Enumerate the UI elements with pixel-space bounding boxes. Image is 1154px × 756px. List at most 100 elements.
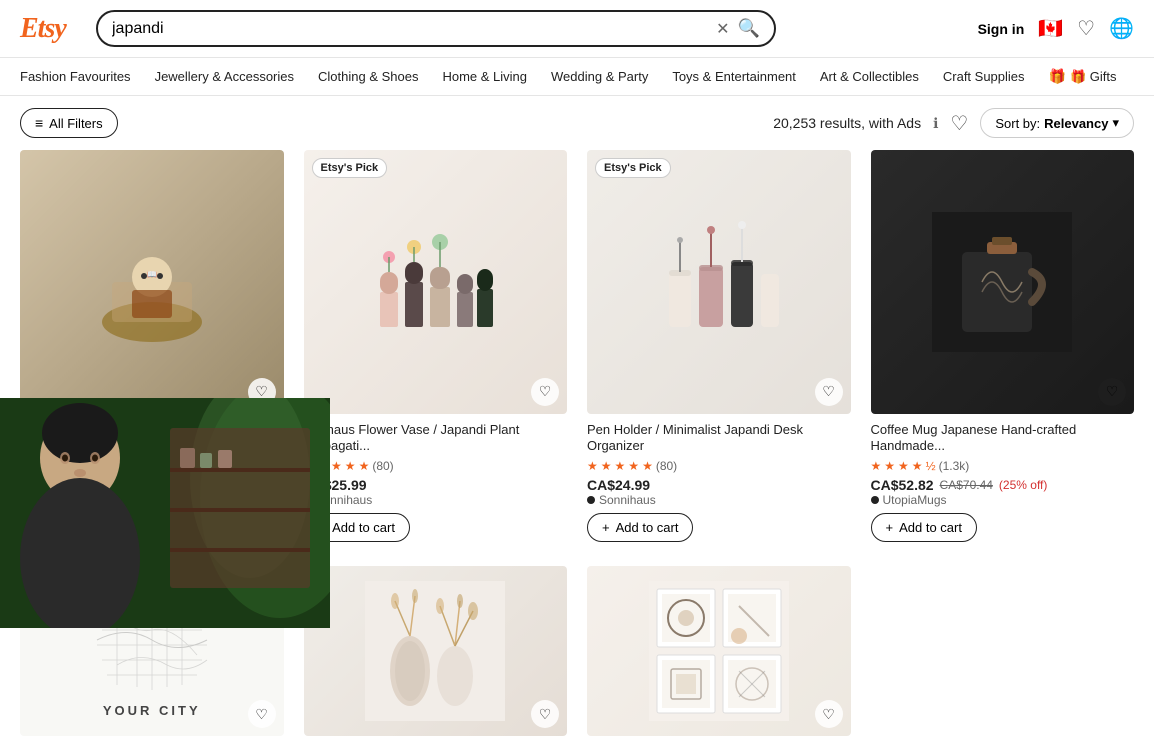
- product-6-favorite-button[interactable]: ♡: [531, 700, 559, 728]
- product-card-3[interactable]: Etsy's Pick ♡: [587, 150, 851, 546]
- seller-2: Sonnihaus: [304, 493, 568, 507]
- seller-dot-3: [587, 496, 595, 504]
- product-image-4: ♡: [871, 150, 1135, 414]
- seller-3: Sonnihaus: [587, 493, 851, 507]
- product-card-6[interactable]: ♡: [304, 566, 568, 736]
- product-card-3-actions: ♡: [815, 378, 843, 406]
- favorites-icon[interactable]: ♡: [1077, 16, 1095, 41]
- product-stars-4: ★ ★ ★ ★ ½ (1.3k): [871, 459, 1135, 473]
- price-row-4: CA$52.82 CA$70.44 (25% off): [871, 477, 1135, 493]
- filter-icon: ≡: [35, 115, 43, 131]
- product-title-3: Pen Holder / Minimalist Japandi Desk Org…: [587, 422, 851, 456]
- language-icon[interactable]: 🌐: [1109, 16, 1134, 41]
- product-card-6-actions: ♡: [531, 700, 559, 728]
- add-to-cart-label-4: Add to cart: [899, 520, 962, 535]
- map-city-label: YOUR CITY: [103, 703, 201, 718]
- all-filters-button[interactable]: ≡ All Filters: [20, 108, 118, 138]
- sort-label: Sort by:: [995, 116, 1040, 131]
- plus-icon-3: +: [602, 520, 610, 535]
- etsy-pick-badge-3: Etsy's Pick: [595, 158, 671, 178]
- save-results-icon[interactable]: ♡: [950, 111, 968, 136]
- product-info-2: Bauhaus Flower Vase / Japandi Plant Prop…: [304, 414, 568, 547]
- add-to-cart-label-2: Add to cart: [332, 520, 395, 535]
- chevron-down-icon: ▾: [1112, 115, 1119, 131]
- nav-item-gifts-label: 🎁 Gifts: [1070, 69, 1117, 85]
- sort-value: Relevancy: [1044, 116, 1108, 131]
- etsy-logo[interactable]: etsy: [20, 13, 80, 45]
- star-4: ★: [912, 459, 923, 473]
- nav-item-fashion[interactable]: Fashion Favourites: [20, 69, 131, 84]
- nav-item-home[interactable]: Home & Living: [442, 69, 527, 84]
- seller-4: UtopiaMugs: [871, 493, 1135, 507]
- product-title-4: Coffee Mug Japanese Hand-crafted Handmad…: [871, 422, 1135, 456]
- product-card-7[interactable]: ♡: [587, 566, 851, 736]
- mouse-illustration: 📖: [92, 222, 212, 342]
- product-info-3: Pen Holder / Minimalist Japandi Desk Org…: [587, 414, 851, 547]
- product-7-favorite-button[interactable]: ♡: [815, 700, 843, 728]
- star-2: ★: [884, 459, 895, 473]
- main-nav: Fashion Favourites Jewellery & Accessori…: [0, 58, 1154, 96]
- nav-item-art[interactable]: Art & Collectibles: [820, 69, 919, 84]
- etsy-pick-badge-2: Etsy's Pick: [312, 158, 388, 178]
- add-to-cart-button-3[interactable]: + Add to cart: [587, 513, 693, 542]
- review-count-4: (1.3k): [939, 459, 970, 473]
- star-3: ★: [898, 459, 909, 473]
- product-3-favorite-button[interactable]: ♡: [815, 378, 843, 406]
- star-5-half: ½: [926, 459, 936, 473]
- review-count-3: (80): [656, 459, 677, 473]
- product-2-favorite-button[interactable]: ♡: [531, 378, 559, 406]
- pen-holder-illustration: [649, 212, 789, 352]
- search-bar: ✕ 🔍: [96, 10, 776, 47]
- product-image-3: Etsy's Pick ♡: [587, 150, 851, 414]
- webcam-video: [0, 398, 330, 628]
- toolbar-right: 20,253 results, with Ads ℹ ♡ Sort by: Re…: [773, 108, 1134, 138]
- sculpture-illustration: [365, 581, 505, 721]
- sort-button[interactable]: Sort by: Relevancy ▾: [980, 108, 1134, 138]
- product-image-7: ♡: [587, 566, 851, 736]
- nav-item-gifts[interactable]: 🎁 🎁 Gifts: [1049, 68, 1117, 85]
- star-3: ★: [331, 459, 342, 473]
- product-title-2: Bauhaus Flower Vase / Japandi Plant Prop…: [304, 422, 568, 456]
- product-stars-2: ★ ★ ★ ★ ★ (80): [304, 459, 568, 473]
- product-card-5-actions: ♡: [248, 700, 276, 728]
- gift-icon: 🎁: [1049, 68, 1066, 85]
- svg-text:📖: 📖: [147, 270, 157, 279]
- mug-illustration: [932, 212, 1072, 352]
- add-to-cart-label-3: Add to cart: [616, 520, 679, 535]
- prints-illustration: [649, 581, 789, 721]
- star-4: ★: [628, 459, 639, 473]
- product-image-6: ♡: [304, 566, 568, 736]
- product-5-favorite-button[interactable]: ♡: [248, 700, 276, 728]
- info-icon[interactable]: ℹ: [933, 115, 938, 132]
- review-count-2: (80): [372, 459, 393, 473]
- search-submit-button[interactable]: 🔍: [738, 18, 760, 39]
- nav-item-toys[interactable]: Toys & Entertainment: [672, 69, 796, 84]
- star-4: ★: [345, 459, 356, 473]
- country-flag-icon[interactable]: 🇨🇦: [1038, 16, 1063, 41]
- star-1: ★: [587, 459, 598, 473]
- nav-item-clothing[interactable]: Clothing & Shoes: [318, 69, 418, 84]
- seller-dot-4: [871, 496, 879, 504]
- header-actions: Sign in 🇨🇦 ♡ 🌐: [978, 16, 1134, 41]
- search-clear-icon[interactable]: ✕: [716, 19, 729, 39]
- product-4-favorite-button[interactable]: ♡: [1098, 378, 1126, 406]
- price-3: CA$24.99: [587, 477, 650, 493]
- price-row-2: CA$25.99: [304, 477, 568, 493]
- toolbar: ≡ All Filters 20,253 results, with Ads ℹ…: [0, 96, 1154, 150]
- star-5: ★: [359, 459, 370, 473]
- nav-item-craft[interactable]: Craft Supplies: [943, 69, 1025, 84]
- product-card-2[interactable]: Etsy's Pick: [304, 150, 568, 546]
- price-discount-4: (25% off): [999, 478, 1047, 492]
- star-5: ★: [642, 459, 653, 473]
- price-row-3: CA$24.99: [587, 477, 851, 493]
- product-card-4-actions: ♡: [1098, 378, 1126, 406]
- vase-illustration: [365, 212, 505, 352]
- product-image-1: 📖 ♡: [20, 150, 284, 414]
- product-card-4[interactable]: ♡ Coffee Mug Japanese Hand-crafted Handm…: [871, 150, 1135, 546]
- nav-item-wedding[interactable]: Wedding & Party: [551, 69, 648, 84]
- plus-icon-4: +: [886, 520, 894, 535]
- search-input[interactable]: [112, 20, 708, 38]
- nav-item-jewellery[interactable]: Jewellery & Accessories: [155, 69, 294, 84]
- add-to-cart-button-4[interactable]: + Add to cart: [871, 513, 977, 542]
- sign-in-button[interactable]: Sign in: [978, 21, 1025, 37]
